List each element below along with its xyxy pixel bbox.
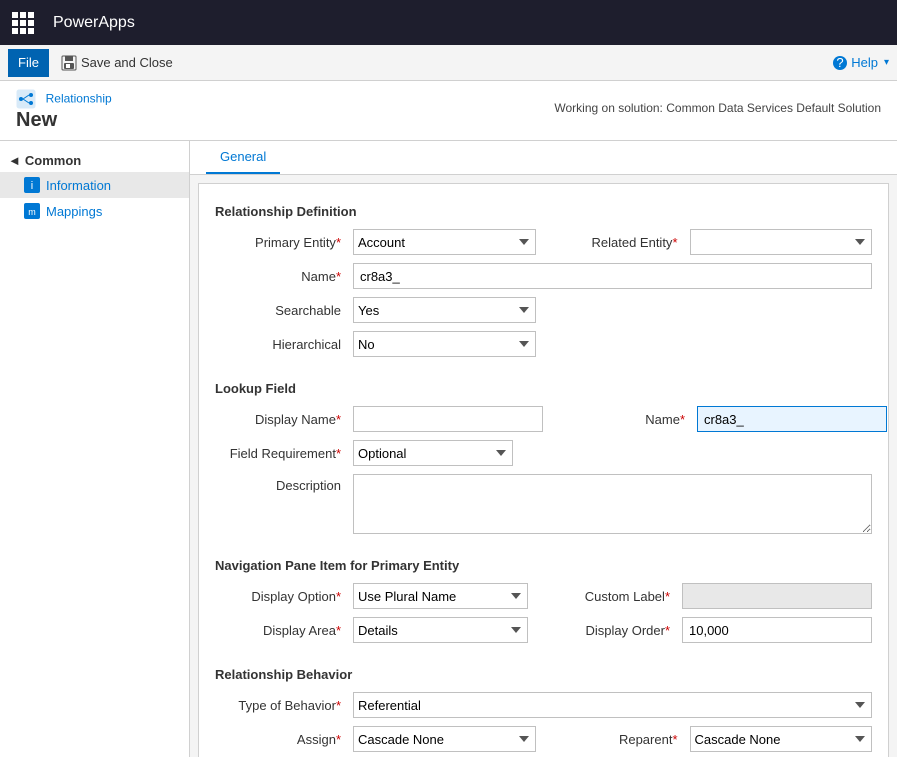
field-requirement-select[interactable]: Optional Required Recommended xyxy=(353,440,513,466)
reparent-label: Reparent* xyxy=(552,732,682,747)
tab-bar: General xyxy=(190,141,897,175)
help-icon: ? xyxy=(832,55,848,71)
help-button[interactable]: ? Help ▾ xyxy=(832,55,889,71)
lookup-name-label: Name* xyxy=(559,412,689,427)
col-display-option: Display Option* Use Plural Name Use Cust… xyxy=(215,583,528,609)
lookup-name-input[interactable] xyxy=(697,406,887,432)
row-display-option-custom-label: Display Option* Use Plural Name Use Cust… xyxy=(215,583,872,609)
type-of-behavior-select[interactable]: Referential Parental Configurable Cascad… xyxy=(353,692,872,718)
col-type-of-behavior: Type of Behavior* Referential Parental C… xyxy=(215,692,872,718)
save-close-button[interactable]: Save and Close xyxy=(53,51,181,75)
row-field-requirement: Field Requirement* Optional Required Rec… xyxy=(215,440,872,466)
breadcrumb-area: Relationship New xyxy=(16,89,112,132)
related-entity-select[interactable] xyxy=(690,229,873,255)
primary-entity-label: Primary Entity* xyxy=(215,235,345,250)
command-bar: File Save and Close ? Help ▾ xyxy=(0,45,897,81)
section-relationship-behavior: Relationship Behavior xyxy=(215,667,872,682)
reparent-select[interactable]: Cascade None Cascade All xyxy=(690,726,873,752)
col-display-name: Display Name* xyxy=(215,406,543,432)
save-icon xyxy=(61,55,77,71)
row-name: Name* xyxy=(215,263,872,289)
col-hierarchical: Hierarchical No Yes xyxy=(215,331,536,357)
type-of-behavior-label: Type of Behavior* xyxy=(215,698,345,713)
primary-entity-wrap: Account xyxy=(353,229,536,255)
col-description: Description xyxy=(215,474,872,534)
row-display-name-name: Display Name* Name* xyxy=(215,406,872,432)
working-on-label: Working on solution: Common Data Service… xyxy=(554,89,881,115)
top-bar: PowerApps xyxy=(0,0,897,45)
sidebar: ◄ Common Information Mappings xyxy=(0,141,190,757)
file-button[interactable]: File xyxy=(8,49,49,77)
row-hierarchical: Hierarchical No Yes xyxy=(215,331,872,357)
cmd-left: File Save and Close xyxy=(8,49,181,77)
sidebar-item-mappings[interactable]: Mappings xyxy=(0,198,189,224)
row-assign-reparent: Assign* Cascade None Cascade All Reparen… xyxy=(215,726,872,752)
hierarchical-label: Hierarchical xyxy=(215,337,345,352)
tab-general[interactable]: General xyxy=(206,141,280,174)
col-searchable: Searchable Yes No xyxy=(215,297,536,323)
custom-label-input[interactable] xyxy=(682,583,872,609)
page-body: ◄ Common Information Mappings General Re… xyxy=(0,141,897,757)
lookup-display-name-input[interactable] xyxy=(353,406,543,432)
assign-label: Assign* xyxy=(215,732,345,747)
related-entity-wrap xyxy=(690,229,873,255)
hierarchical-select[interactable]: No Yes xyxy=(353,331,536,357)
col-display-order: Display Order* xyxy=(544,617,872,643)
custom-label-label: Custom Label* xyxy=(544,589,674,604)
searchable-select[interactable]: Yes No xyxy=(353,297,536,323)
field-requirement-label: Field Requirement* xyxy=(215,446,345,461)
searchable-label: Searchable xyxy=(215,303,345,318)
col-reparent: Reparent* Cascade None Cascade All xyxy=(552,726,873,752)
row-display-area-order: Display Area* Details Sales Service Mark… xyxy=(215,617,872,643)
page: Relationship New Working on solution: Co… xyxy=(0,81,897,757)
related-entity-label: Related Entity* xyxy=(552,235,682,250)
relationship-icon xyxy=(16,89,36,109)
section-relationship-definition: Relationship Definition xyxy=(215,204,872,219)
svg-text:?: ? xyxy=(837,55,844,70)
form-area: Relationship Definition Primary Entity* … xyxy=(198,183,889,757)
description-textarea[interactable] xyxy=(353,474,872,534)
help-chevron: ▾ xyxy=(884,57,889,68)
mappings-icon xyxy=(24,203,40,219)
waffle-button[interactable] xyxy=(0,0,45,45)
col-lookup-name: Name* xyxy=(559,406,887,432)
app-title: PowerApps xyxy=(45,14,135,32)
main-content: General Relationship Definition Primary … xyxy=(190,141,897,757)
name-input[interactable] xyxy=(353,263,872,289)
row-primary-related-entity: Primary Entity* Account Related Entity* xyxy=(215,229,872,255)
display-area-select[interactable]: Details Sales Service Marketing xyxy=(353,617,528,643)
display-option-select[interactable]: Use Plural Name Use Custom Label Do Not … xyxy=(353,583,528,609)
row-searchable: Searchable Yes No xyxy=(215,297,872,323)
primary-entity-select[interactable]: Account xyxy=(353,229,536,255)
assign-select[interactable]: Cascade None Cascade All xyxy=(353,726,536,752)
display-order-input[interactable] xyxy=(682,617,872,643)
display-option-label: Display Option* xyxy=(215,589,345,604)
display-area-label: Display Area* xyxy=(215,623,345,638)
information-icon xyxy=(24,177,40,193)
col-primary-entity: Primary Entity* Account xyxy=(215,229,536,255)
col-assign: Assign* Cascade None Cascade All xyxy=(215,726,536,752)
page-header: Relationship New Working on solution: Co… xyxy=(0,81,897,141)
page-title: New xyxy=(16,109,112,132)
col-custom-label: Custom Label* xyxy=(544,583,872,609)
col-related-entity: Related Entity* xyxy=(552,229,873,255)
row-type-of-behavior: Type of Behavior* Referential Parental C… xyxy=(215,692,872,718)
sidebar-section-common[interactable]: ◄ Common xyxy=(0,149,189,172)
col-field-requirement: Field Requirement* Optional Required Rec… xyxy=(215,440,536,466)
description-label: Description xyxy=(215,474,345,493)
row-description: Description xyxy=(215,474,872,534)
display-order-label: Display Order* xyxy=(544,623,674,638)
display-name-label: Display Name* xyxy=(215,412,345,427)
breadcrumb-label[interactable]: Relationship xyxy=(46,91,112,105)
section-navigation-pane: Navigation Pane Item for Primary Entity xyxy=(215,558,872,573)
sidebar-item-information[interactable]: Information xyxy=(0,172,189,198)
name-label: Name* xyxy=(215,269,345,284)
col-name: Name* xyxy=(215,263,872,289)
section-chevron: ◄ xyxy=(8,153,21,168)
section-lookup-field: Lookup Field xyxy=(215,381,872,396)
col-display-area: Display Area* Details Sales Service Mark… xyxy=(215,617,528,643)
